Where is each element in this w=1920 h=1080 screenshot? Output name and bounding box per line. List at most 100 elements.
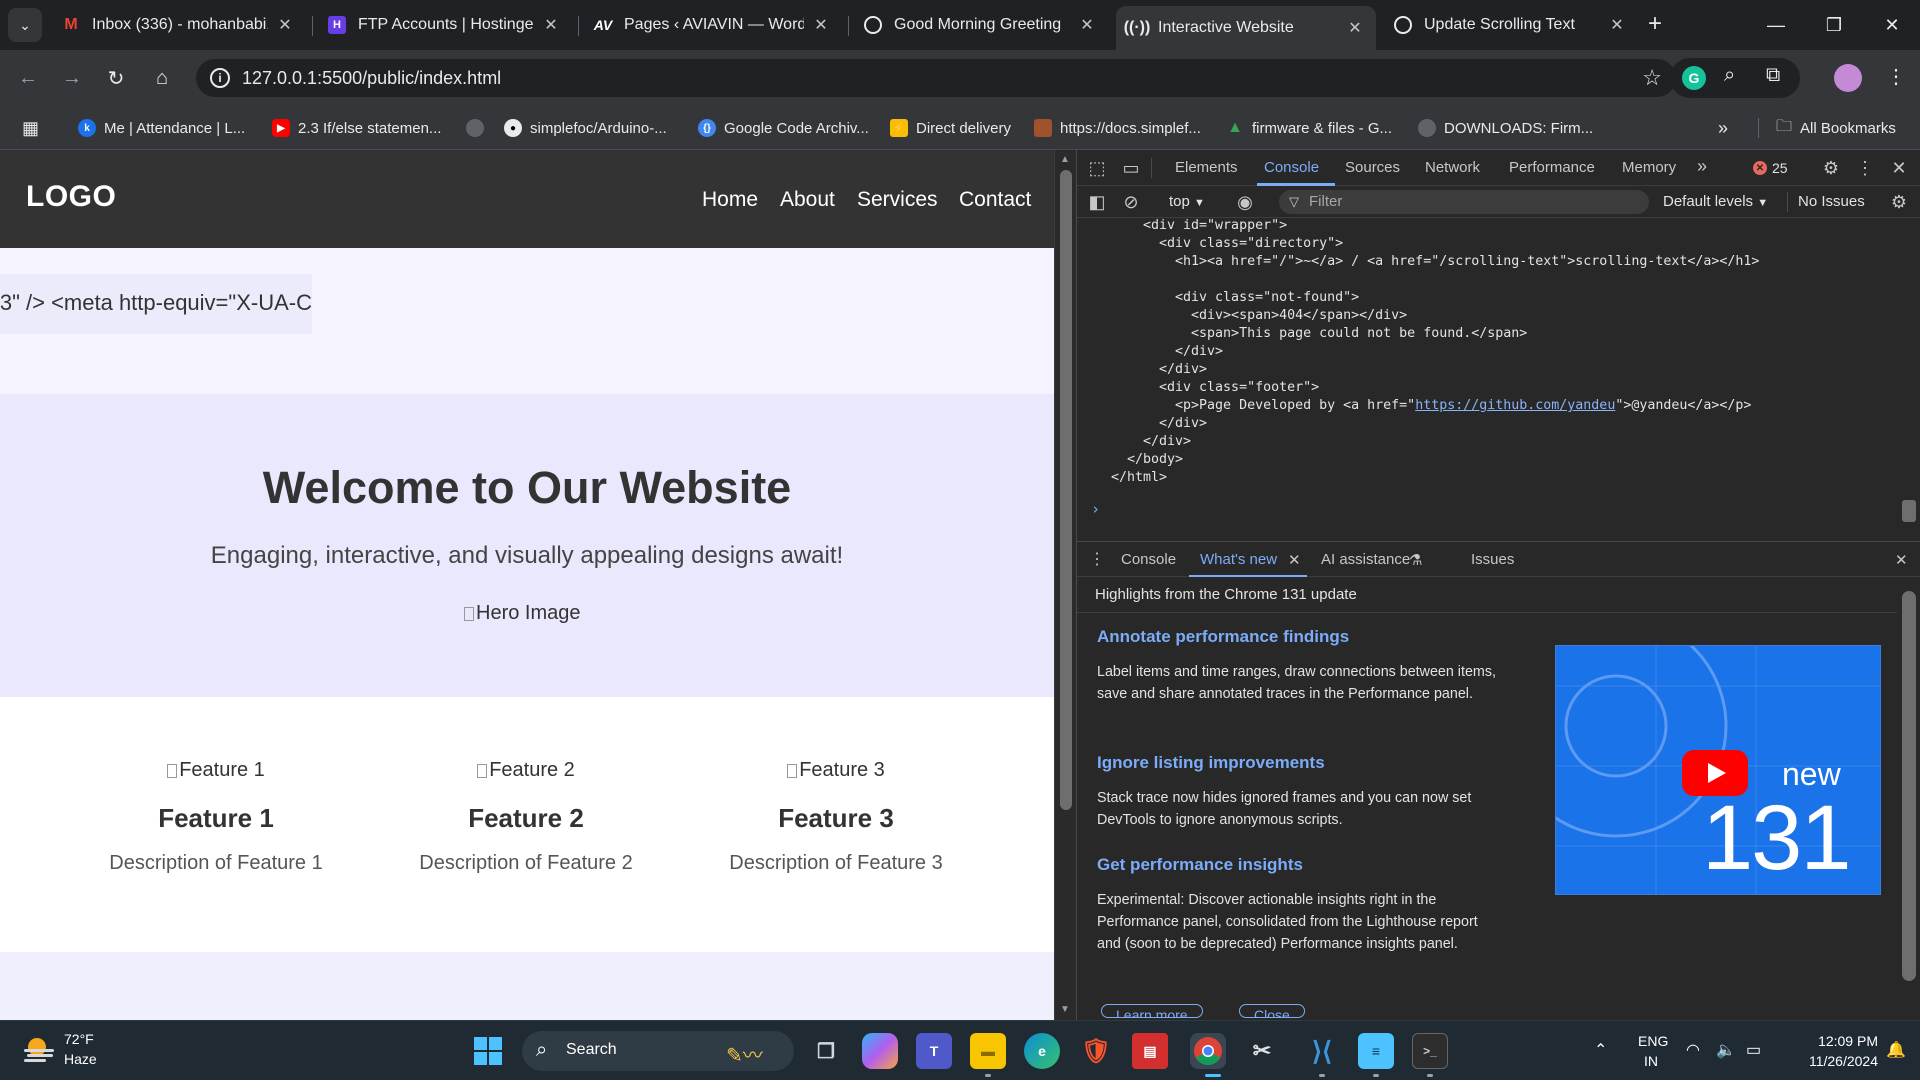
close-whats-new-icon[interactable]: ✕: [1288, 551, 1301, 569]
scroll-up-arrow-icon[interactable]: ▲: [1060, 154, 1070, 165]
whats-new-item-title[interactable]: Get performance insights: [1097, 855, 1303, 875]
learn-more-button[interactable]: Learn more: [1101, 1004, 1203, 1018]
site-info-icon[interactable]: i: [210, 68, 230, 88]
volume-icon[interactable]: 🔈: [1716, 1040, 1736, 1060]
drawer-tab-issues[interactable]: Issues: [1471, 551, 1514, 568]
snipping-tool-icon[interactable]: ✂: [1244, 1033, 1280, 1069]
tab-console[interactable]: Console: [1264, 159, 1319, 176]
nav-about[interactable]: About: [780, 188, 835, 212]
tab-wordpress[interactable]: AV Pages ‹ AVIAVIN — WordP ✕: [582, 8, 842, 42]
wifi-icon[interactable]: ◠: [1686, 1040, 1700, 1060]
all-bookmarks-button[interactable]: 🗀 All Bookmarks: [1776, 116, 1896, 140]
tab-memory[interactable]: Memory: [1622, 159, 1676, 176]
nav-contact[interactable]: Contact: [959, 188, 1031, 212]
drawer-tab-ai-assistance[interactable]: AI assistance: [1321, 551, 1410, 568]
battery-icon[interactable]: ▭: [1746, 1040, 1761, 1060]
bookmark-github[interactable]: ● simplefoc/Arduino-...: [504, 116, 667, 140]
weather-haze-icon[interactable]: [22, 1035, 56, 1065]
log-levels-dropdown[interactable]: Default levels ▼: [1663, 193, 1768, 210]
search-lens-icon[interactable]: ⌕: [1724, 64, 1735, 87]
issues-counter[interactable]: No Issues: [1798, 193, 1865, 210]
device-toolbar-icon[interactable]: ▭: [1119, 156, 1143, 180]
tab-sources[interactable]: Sources: [1345, 159, 1400, 176]
tab-search-button[interactable]: ⌄: [8, 8, 42, 42]
whats-new-item-title[interactable]: Ignore listing improvements: [1097, 753, 1325, 773]
file-explorer-icon[interactable]: ▬: [970, 1033, 1006, 1069]
context-selector[interactable]: top ▼: [1169, 193, 1205, 210]
close-button[interactable]: Close: [1239, 1004, 1305, 1018]
chrome-taskbar-button[interactable]: [1190, 1033, 1226, 1069]
tab-interactive-website[interactable]: ((·)) Interactive Website ✕: [1116, 6, 1376, 50]
apps-grid-icon[interactable]: ▦: [22, 116, 39, 140]
console-prompt-chevron-icon[interactable]: ›: [1091, 500, 1100, 518]
page-scrollbar[interactable]: ▲ ▼: [1054, 150, 1076, 1020]
console-scrollbar[interactable]: [1899, 218, 1919, 536]
home-button[interactable]: ⌂: [144, 60, 180, 96]
url-text[interactable]: 127.0.0.1:5500/public/index.html: [242, 68, 501, 89]
more-tabs-chevron-icon[interactable]: »: [1697, 156, 1707, 177]
bookmark-downloads[interactable]: DOWNLOADS: Firm...: [1418, 116, 1593, 140]
task-view-icon[interactable]: ❐: [808, 1033, 844, 1069]
vscode-icon[interactable]: ⟩⟨: [1304, 1033, 1340, 1069]
close-tab-icon[interactable]: ✕: [1078, 15, 1096, 35]
weather-temperature[interactable]: 72°F: [64, 1031, 94, 1047]
tab-chatgpt[interactable]: Good Morning Greeting ✕: [852, 8, 1108, 42]
weather-description[interactable]: Haze: [64, 1051, 97, 1067]
edge-icon[interactable]: e: [1024, 1033, 1060, 1069]
tab-elements[interactable]: Elements: [1175, 159, 1238, 176]
bookmark-google-code[interactable]: {} Google Code Archiv...: [698, 116, 869, 140]
close-tab-icon[interactable]: ✕: [276, 15, 294, 35]
console-settings-gear-icon[interactable]: ⚙: [1887, 190, 1911, 214]
close-tab-icon[interactable]: ✕: [542, 15, 560, 35]
brave-icon[interactable]: 🛡: [1078, 1033, 1114, 1069]
address-bar[interactable]: i 127.0.0.1:5500/public/index.html ☆: [196, 59, 1676, 97]
tab-network[interactable]: Network: [1425, 159, 1480, 176]
reload-button[interactable]: ↻: [98, 60, 134, 96]
console-filter-input[interactable]: ▽ Filter: [1279, 190, 1649, 214]
browser-menu-icon[interactable]: ⋮: [1886, 64, 1906, 89]
site-logo[interactable]: LOGO: [26, 180, 116, 214]
ms-store-icon[interactable]: ▤: [1132, 1033, 1168, 1069]
close-tab-icon[interactable]: ✕: [1346, 18, 1364, 38]
bookmark-firmware-drive[interactable]: ▲ firmware & files - G...: [1226, 116, 1392, 140]
profile-avatar[interactable]: [1834, 64, 1862, 92]
nav-services[interactable]: Services: [857, 188, 938, 212]
nav-home[interactable]: Home: [702, 188, 758, 212]
copilot-icon[interactable]: [862, 1033, 898, 1069]
github-link[interactable]: https://github.com/yandeu: [1415, 398, 1615, 413]
clear-console-icon[interactable]: ⊘: [1119, 190, 1143, 214]
windows-start-icon[interactable]: [474, 1037, 502, 1065]
live-expression-eye-icon[interactable]: ◉: [1233, 190, 1257, 214]
input-region[interactable]: IN: [1644, 1053, 1658, 1069]
more-bookmarks-chevron-icon[interactable]: »: [1718, 116, 1728, 140]
settings-gear-icon[interactable]: ⚙: [1819, 156, 1843, 180]
close-drawer-icon[interactable]: ✕: [1895, 551, 1908, 569]
tab-update-scrolling-text[interactable]: Update Scrolling Text ✕: [1382, 8, 1638, 42]
scrollbar-thumb[interactable]: [1902, 500, 1916, 522]
clock-time[interactable]: 12:09 PM: [1788, 1033, 1878, 1049]
bookmark-youtube[interactable]: ▶ 2.3 If/else statemen...: [272, 116, 441, 140]
teams-icon[interactable]: T: [916, 1033, 952, 1069]
whats-new-item-title[interactable]: Annotate performance findings: [1097, 627, 1349, 647]
clock-date[interactable]: 11/26/2024: [1778, 1053, 1878, 1069]
error-count-badge[interactable]: ✕ 25: [1753, 158, 1788, 178]
close-devtools-icon[interactable]: ✕: [1887, 156, 1911, 180]
notepad-icon[interactable]: ≡: [1358, 1033, 1394, 1069]
drawer-tab-console[interactable]: Console: [1121, 551, 1176, 568]
bookmark-direct-delivery[interactable]: ⚡ Direct delivery: [890, 116, 1011, 140]
terminal-icon[interactable]: >_: [1412, 1033, 1448, 1069]
scroll-down-arrow-icon[interactable]: ▼: [1060, 1004, 1070, 1015]
tab-gmail[interactable]: M Inbox (336) - mohanbabi1( ✕: [50, 8, 306, 42]
scrollbar-thumb[interactable]: [1060, 170, 1072, 810]
close-tab-icon[interactable]: ✕: [812, 15, 830, 35]
close-window-button[interactable]: ✕: [1864, 0, 1920, 50]
drawer-tab-whats-new[interactable]: What's new: [1200, 551, 1277, 568]
back-button[interactable]: ←: [10, 60, 46, 96]
bookmark-attendance[interactable]: k Me | Attendance | L...: [78, 116, 245, 140]
tab-performance[interactable]: Performance: [1509, 159, 1595, 176]
bookmark-globe[interactable]: [466, 116, 492, 140]
input-language[interactable]: ENG: [1638, 1033, 1668, 1049]
whats-new-scrollbar[interactable]: [1899, 577, 1919, 1020]
restore-button[interactable]: ❐: [1806, 0, 1862, 50]
whats-new-video-thumbnail[interactable]: new 131: [1555, 645, 1881, 895]
